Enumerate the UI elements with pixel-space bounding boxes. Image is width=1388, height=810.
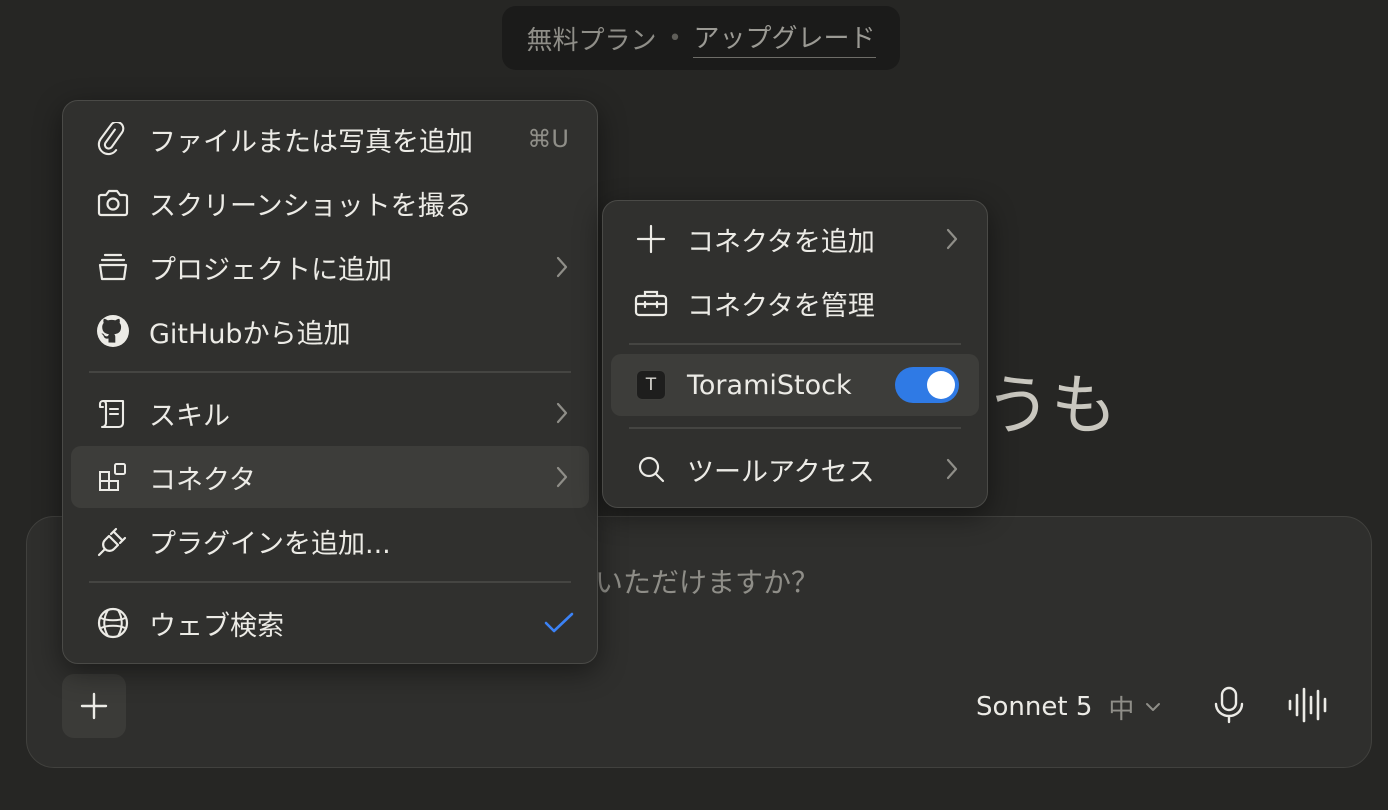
- model-selector[interactable]: Sonnet 5 中: [976, 687, 1162, 727]
- greeting-heading: うも: [985, 367, 1117, 444]
- connectors-submenu: コネクタを追加 コネクタを管理 T ToramiStock ツールアクセス: [602, 200, 988, 508]
- checkmark-icon: [543, 611, 575, 635]
- chevron-right-icon: [555, 401, 569, 425]
- menu-item-add-file[interactable]: ファイルまたは写真を追加 ⌘U: [71, 108, 589, 170]
- toggle-knob: [927, 371, 955, 399]
- upgrade-link[interactable]: アップグレード: [693, 18, 876, 58]
- menu-item-label: GitHubから追加: [149, 318, 351, 350]
- project-icon: [93, 247, 133, 287]
- search-icon: [631, 449, 671, 489]
- menu-item-label: コネクタ: [149, 464, 256, 496]
- plan-separator: •: [668, 25, 682, 51]
- connector-row-toramistock[interactable]: T ToramiStock: [611, 354, 979, 416]
- plan-label: 無料プラン: [526, 25, 657, 56]
- connector-toggle[interactable]: [895, 367, 959, 403]
- paperclip-icon: [93, 119, 133, 159]
- menu-item-label: プロジェクトに追加: [149, 254, 392, 286]
- chevron-right-icon: [945, 227, 959, 251]
- model-name: Sonnet 5: [976, 692, 1093, 722]
- shortcut-label: ⌘U: [527, 125, 569, 153]
- prompt-placeholder: いただけますか？: [595, 566, 820, 599]
- menu-item-github[interactable]: GitHubから追加: [71, 300, 589, 362]
- globe-icon: [93, 603, 133, 643]
- connector-badge: T: [631, 365, 671, 405]
- github-icon: [93, 311, 133, 351]
- connector-name: ToramiStock: [687, 369, 852, 401]
- menu-item-label: プラグインを追加...: [149, 528, 391, 560]
- submenu-item-manage-connectors[interactable]: コネクタを管理: [611, 272, 979, 334]
- chevron-right-icon: [945, 457, 959, 481]
- submenu-item-label: コネクタを管理: [687, 290, 875, 322]
- menu-item-add-to-project[interactable]: プロジェクトに追加: [71, 236, 589, 298]
- menu-item-label: スキル: [149, 400, 230, 432]
- waveform-icon: [1287, 685, 1331, 725]
- chevron-down-icon: [1144, 698, 1162, 716]
- plan-banner: 無料プラン • アップグレード: [502, 6, 900, 70]
- chevron-right-icon: [555, 465, 569, 489]
- plus-icon: [80, 692, 108, 720]
- submenu-item-tool-access[interactable]: ツールアクセス: [611, 438, 979, 500]
- connector-icon: [93, 457, 133, 497]
- chevron-right-icon: [555, 255, 569, 279]
- menu-item-skills[interactable]: スキル: [71, 382, 589, 444]
- plus-icon: [631, 219, 671, 259]
- prompt-input[interactable]: いただけますか？: [595, 561, 819, 601]
- menu-item-label: ファイルまたは写真を追加: [149, 126, 473, 158]
- camera-icon: [93, 183, 133, 223]
- submenu-item-label: コネクタを追加: [687, 226, 875, 258]
- menu-item-screenshot[interactable]: スクリーンショットを撮る: [71, 172, 589, 234]
- menu-divider: [89, 581, 571, 583]
- menu-item-label: ウェブ検索: [149, 610, 284, 642]
- voice-mode-button[interactable]: [1287, 685, 1331, 725]
- microphone-button[interactable]: [1211, 685, 1247, 725]
- app-window: 無料プラン • アップグレード うも いただけますか？ Sonnet 5 中 フ…: [0, 0, 1388, 810]
- menu-item-web-search[interactable]: ウェブ検索: [71, 592, 589, 654]
- submenu-divider: [629, 427, 961, 429]
- menu-item-label: スクリーンショットを撮る: [149, 190, 472, 222]
- add-content-button[interactable]: [62, 674, 126, 738]
- menu-divider: [89, 371, 571, 373]
- toolbox-icon: [631, 283, 671, 323]
- submenu-divider: [629, 343, 961, 345]
- connector-initial: T: [636, 370, 666, 400]
- submenu-item-label: ツールアクセス: [687, 456, 875, 488]
- menu-item-connectors[interactable]: コネクタ: [71, 446, 589, 508]
- menu-item-add-plugin[interactable]: プラグインを追加...: [71, 510, 589, 572]
- effort-level: 中: [1108, 694, 1135, 725]
- plug-icon: [93, 521, 133, 561]
- submenu-item-add-connector[interactable]: コネクタを追加: [611, 208, 979, 270]
- scroll-icon: [93, 393, 133, 433]
- attach-menu: ファイルまたは写真を追加 ⌘U スクリーンショットを撮る プロジェクトに追加 G…: [62, 100, 598, 664]
- microphone-icon: [1211, 685, 1247, 725]
